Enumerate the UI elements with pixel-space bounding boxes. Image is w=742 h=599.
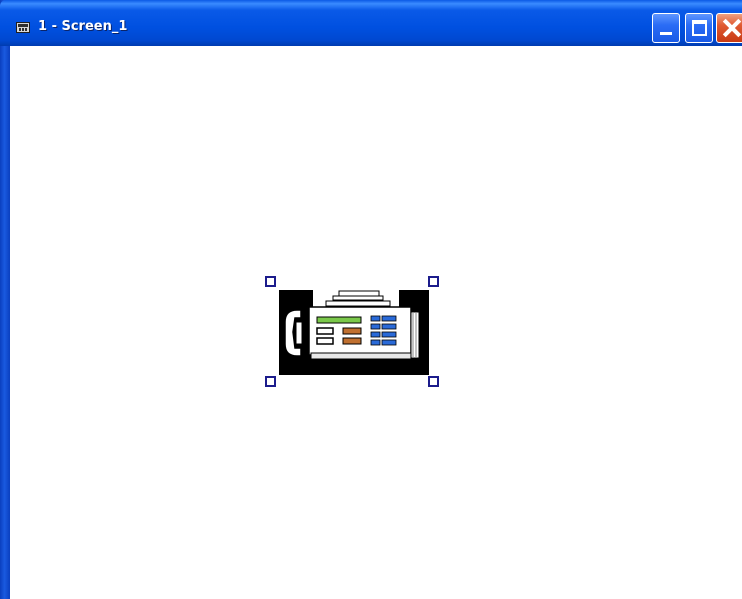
maximize-button[interactable] (685, 13, 713, 43)
minimize-icon (660, 32, 672, 35)
fax-machine-icon (279, 290, 429, 375)
maximize-icon (692, 20, 707, 36)
screen-icon[interactable] (16, 22, 30, 33)
title-bar[interactable]: 1 - Screen_1 (0, 0, 742, 46)
window-title: 1 - Screen_1 (38, 19, 128, 34)
editor-window: 1 - Screen_1 (0, 0, 742, 599)
selection-handle-bottom-left[interactable] (265, 376, 276, 387)
window-left-border (0, 0, 10, 599)
selection-handle-bottom-right[interactable] (428, 376, 439, 387)
selection-handle-top-left[interactable] (265, 276, 276, 287)
close-button[interactable] (716, 13, 742, 43)
close-icon (721, 16, 742, 40)
minimize-button[interactable] (652, 13, 680, 43)
selection-handle-top-right[interactable] (428, 276, 439, 287)
fax-machine-object[interactable] (271, 282, 433, 382)
